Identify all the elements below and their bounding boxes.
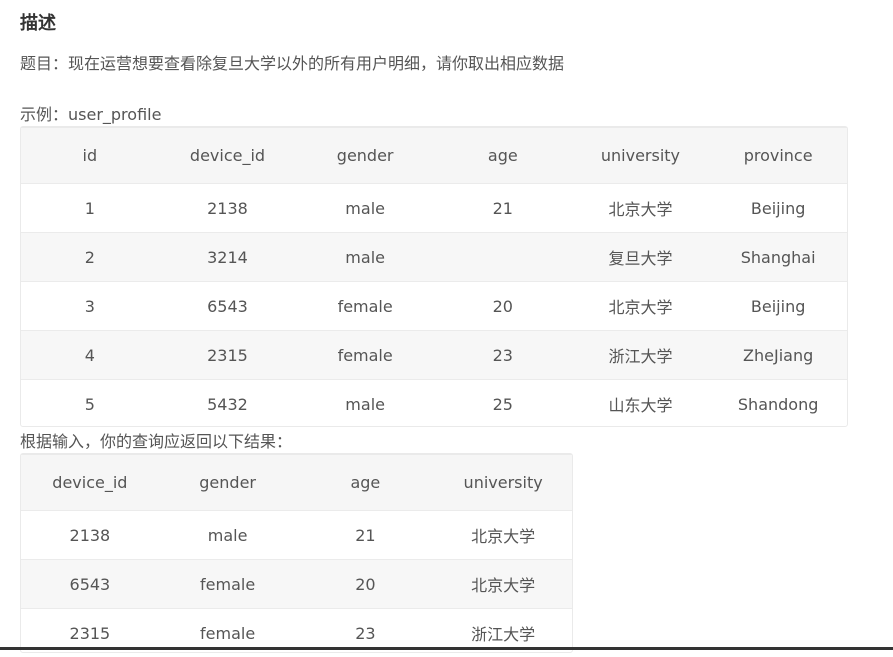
input-table-cell: 21 (434, 184, 572, 233)
input-table-row: 42315female23浙江大学ZheJiang (21, 331, 847, 380)
input-column-header: province (709, 128, 847, 184)
section-title: 描述 (20, 9, 56, 35)
output-table-row: 2138male21北京大学 (21, 511, 572, 560)
input-table-row: 36543female20北京大学Beijing (21, 282, 847, 331)
output-column-header: device_id (21, 455, 159, 511)
input-table: iddevice_idgenderageuniversityprovince 1… (21, 127, 847, 428)
input-table-cell: 20 (434, 282, 572, 331)
output-column-header: university (434, 455, 572, 511)
input-table-cell: male (296, 380, 434, 429)
output-table-cell: male (159, 511, 297, 560)
input-table-cell: 复旦大学 (572, 233, 710, 282)
input-table-cell: 北京大学 (572, 184, 710, 233)
input-column-header: gender (296, 128, 434, 184)
input-table-cell: 5432 (159, 380, 297, 429)
input-table-cell: ZheJiang (709, 331, 847, 380)
output-table-cell: 20 (297, 560, 435, 609)
input-table-header: iddevice_idgenderageuniversityprovince (21, 128, 847, 184)
input-table-cell: Beijing (709, 184, 847, 233)
input-column-header: id (21, 128, 159, 184)
output-table-cell: female (159, 560, 297, 609)
output-table-cell: 北京大学 (434, 511, 572, 560)
input-column-header: device_id (159, 128, 297, 184)
input-table-cell: Shandong (709, 380, 847, 429)
input-table-cell: Shanghai (709, 233, 847, 282)
input-table-cell: 3 (21, 282, 159, 331)
output-table-cell: 6543 (21, 560, 159, 609)
input-table-cell (434, 233, 572, 282)
input-column-header: age (434, 128, 572, 184)
input-table-cell: Beijing (709, 282, 847, 331)
output-column-header: age (297, 455, 435, 511)
output-column-header: gender (159, 455, 297, 511)
result-label: 根据输入，你的查询应返回以下结果： (20, 428, 292, 452)
input-table-row: 12138male21北京大学Beijing (21, 184, 847, 233)
output-table-header: device_idgenderageuniversity (21, 455, 572, 511)
input-column-header: university (572, 128, 710, 184)
input-table-cell: 23 (434, 331, 572, 380)
input-table-cell: 北京大学 (572, 282, 710, 331)
input-table-cell: 1 (21, 184, 159, 233)
question-text: 题目：现在运营想要查看除复旦大学以外的所有用户明细，请你取出相应数据 (20, 50, 564, 74)
output-table-cell: 2138 (21, 511, 159, 560)
input-table-cell: 25 (434, 380, 572, 429)
output-table-cell: 北京大学 (434, 560, 572, 609)
input-table-cell: female (296, 282, 434, 331)
example-label: 示例：user_profile (20, 101, 161, 125)
input-table-row: 23214male 复旦大学Shanghai (21, 233, 847, 282)
input-table-cell: male (296, 184, 434, 233)
input-table-cell: 2315 (159, 331, 297, 380)
input-table-cell: male (296, 233, 434, 282)
input-table-cell: 2138 (159, 184, 297, 233)
input-table-cell: 3214 (159, 233, 297, 282)
input-table-cell: 5 (21, 380, 159, 429)
input-table-cell: 2 (21, 233, 159, 282)
input-table-cell: 6543 (159, 282, 297, 331)
output-table: device_idgenderageuniversity 2138male21北… (21, 454, 572, 657)
input-table-cell: female (296, 331, 434, 380)
output-table-cell: 21 (297, 511, 435, 560)
input-table-row: 55432male25山东大学Shandong (21, 380, 847, 429)
input-table-cell: 4 (21, 331, 159, 380)
input-table-cell: 浙江大学 (572, 331, 710, 380)
input-table-cell: 山东大学 (572, 380, 710, 429)
output-table-row: 6543female20北京大学 (21, 560, 572, 609)
